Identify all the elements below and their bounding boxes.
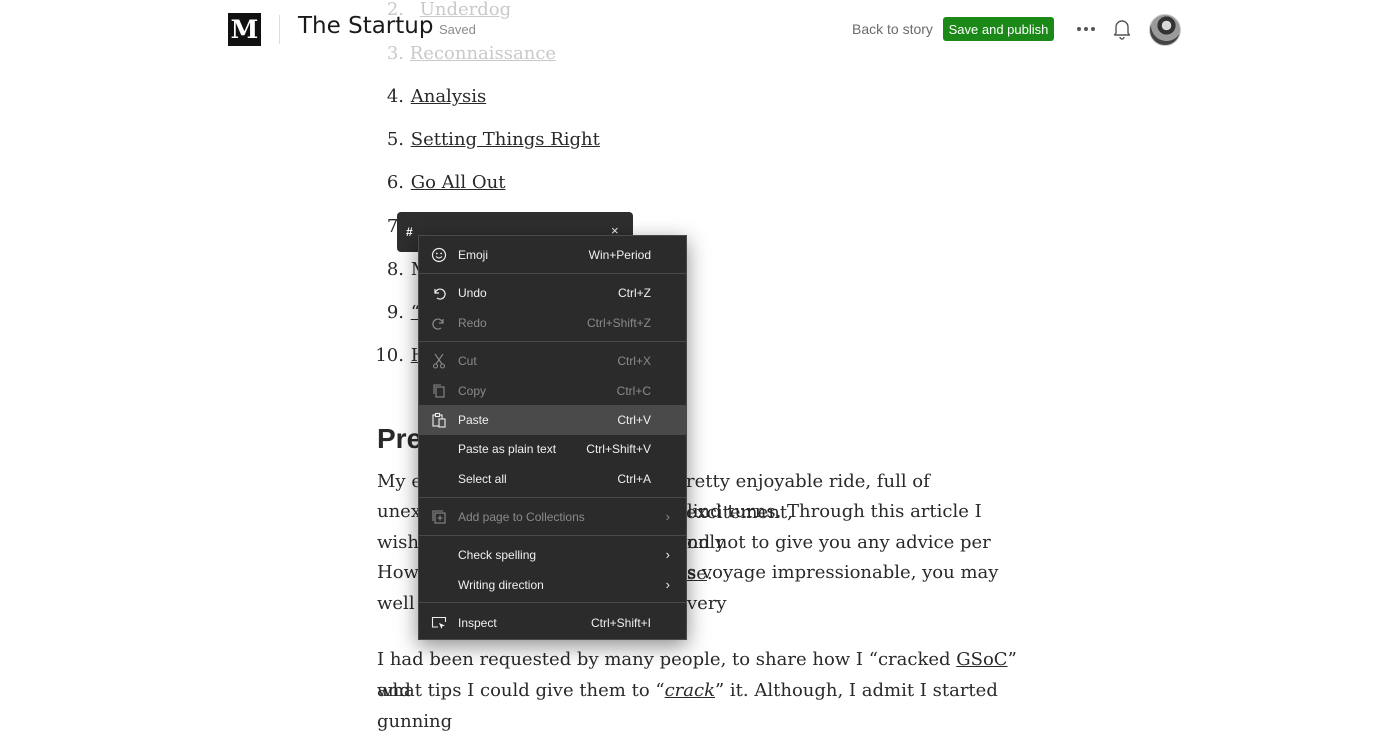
medium-logo[interactable]: M xyxy=(228,13,261,46)
paragraph-text: I had been requested by many people, to … xyxy=(377,649,957,670)
menu-item-shortcut: Ctrl+V xyxy=(617,413,651,427)
user-avatar[interactable] xyxy=(1149,14,1181,46)
save-status: Saved xyxy=(439,22,476,37)
toc-item: 6. Go All Out xyxy=(367,169,506,197)
menu-separator xyxy=(419,341,686,342)
toc-link[interactable]: Reconnaissance xyxy=(410,43,556,64)
menu-item-label: Redo xyxy=(458,316,487,330)
cut-icon xyxy=(431,353,447,369)
toc-link[interactable]: Analysis xyxy=(411,86,486,107)
menu-separator xyxy=(419,497,686,498)
menu-item-add-to-collections[interactable]: Add page to Collections › xyxy=(419,502,686,532)
menu-item-label: Undo xyxy=(458,286,487,300)
toc-number: 2. xyxy=(386,0,404,20)
menu-item-check-spelling[interactable]: Check spelling › xyxy=(419,540,686,570)
emphasis-text: crack xyxy=(664,680,715,701)
back-to-story-link[interactable]: Back to story xyxy=(852,21,933,37)
menu-item-label: Paste as plain text xyxy=(458,442,557,456)
notifications-bell-icon[interactable] xyxy=(1112,18,1132,40)
toc-item: 5. Setting Things Right xyxy=(367,126,600,154)
paragraph-text-left: How xyxy=(377,562,419,583)
menu-item-shortcut: Ctrl+C xyxy=(616,384,651,398)
hashtag-button[interactable]: # xyxy=(406,225,413,239)
menu-separator xyxy=(419,602,686,603)
menu-item-label: Writing direction xyxy=(458,578,544,592)
menu-item-paste-plain-text[interactable]: Paste as plain text Ctrl+Shift+V xyxy=(419,434,686,464)
menu-item-shortcut: Ctrl+Shift+Z xyxy=(586,316,651,330)
toc-link[interactable]: Setting Things Right xyxy=(411,129,600,150)
paragraph-text-right: nd not to give you any advice per xyxy=(687,532,991,553)
paragraph-text-left: well xyxy=(377,593,415,614)
toc-number: 6. xyxy=(386,172,404,193)
toc-item: 3. Reconnaissance xyxy=(367,40,556,68)
collections-icon xyxy=(431,509,447,525)
menu-item-shortcut: Ctrl+Shift+I xyxy=(590,616,651,630)
toc-number: 4. xyxy=(386,86,404,107)
menu-item-shortcut: Ctrl+X xyxy=(617,354,651,368)
submenu-chevron-icon: › xyxy=(665,577,670,592)
editor-header: M The Startup Saved Back to story Save a… xyxy=(0,0,1400,60)
paragraph-line: what tips I could give them to “crack” i… xyxy=(377,676,1017,737)
more-options-icon[interactable] xyxy=(1076,19,1096,39)
menu-item-label: Cut xyxy=(458,354,477,368)
menu-item-cut[interactable]: Cut Ctrl+X xyxy=(419,346,686,376)
menu-item-select-all[interactable]: Select all Ctrl+A xyxy=(419,464,686,494)
toc-number: 8. xyxy=(386,259,404,280)
submenu-chevron-icon: › xyxy=(665,509,670,524)
menu-item-writing-direction[interactable]: Writing direction › xyxy=(419,570,686,600)
toc-item: 2. Underdog xyxy=(367,0,511,24)
emoji-icon xyxy=(431,247,447,263)
inspect-icon xyxy=(431,615,447,631)
menu-item-copy[interactable]: Copy Ctrl+C xyxy=(419,376,686,406)
undo-icon xyxy=(431,285,447,301)
menu-separator xyxy=(419,535,686,536)
menu-item-label: Copy xyxy=(458,384,487,398)
redo-icon xyxy=(431,315,447,331)
toc-number: 10. xyxy=(375,345,404,366)
toc-link[interactable]: Underdog xyxy=(420,0,511,20)
submenu-chevron-icon: › xyxy=(665,547,670,562)
menu-separator xyxy=(419,273,686,274)
menu-item-label: Add page to Collections xyxy=(458,510,585,524)
menu-item-label: Check spelling xyxy=(458,548,537,562)
toc-number: 9. xyxy=(386,302,404,323)
toc-number: 3. xyxy=(386,43,404,64)
menu-item-paste[interactable]: Paste Ctrl+V xyxy=(419,405,686,435)
menu-item-shortcut: Ctrl+A xyxy=(617,472,651,486)
menu-item-label: Emoji xyxy=(458,248,489,262)
menu-item-undo[interactable]: Undo Ctrl+Z xyxy=(419,278,686,308)
toc-link[interactable]: Go All Out xyxy=(411,172,506,193)
paragraph-text: what tips I could give them to “ xyxy=(377,680,665,701)
menu-item-shortcut: Ctrl+Shift+V xyxy=(586,442,651,456)
menu-item-inspect[interactable]: Inspect Ctrl+Shift+I xyxy=(419,608,686,638)
header-divider xyxy=(279,15,280,44)
paragraph-text-left: My e xyxy=(377,471,422,492)
copy-icon xyxy=(431,383,447,399)
paragraph-text-left: unex xyxy=(377,501,421,522)
context-menu: Emoji Win+Period Undo Ctrl+Z Redo Ctrl+S… xyxy=(418,235,687,640)
menu-item-label: Paste xyxy=(458,413,489,427)
paragraph-text-left: wish xyxy=(377,532,419,553)
paste-icon xyxy=(431,412,447,428)
menu-item-emoji[interactable]: Emoji Win+Period xyxy=(419,240,686,270)
toc-item: 4. Analysis xyxy=(367,83,486,111)
menu-item-label: Inspect xyxy=(458,616,497,630)
toc-number: 5. xyxy=(386,129,404,150)
inline-link[interactable]: GSoC xyxy=(956,649,1007,670)
menu-item-redo[interactable]: Redo Ctrl+Shift+Z xyxy=(419,308,686,338)
save-and-publish-button[interactable]: Save and publish xyxy=(943,17,1054,41)
menu-item-shortcut: Ctrl+Z xyxy=(618,286,651,300)
menu-item-label: Select all xyxy=(458,472,507,486)
menu-item-shortcut: Win+Period xyxy=(588,248,651,262)
